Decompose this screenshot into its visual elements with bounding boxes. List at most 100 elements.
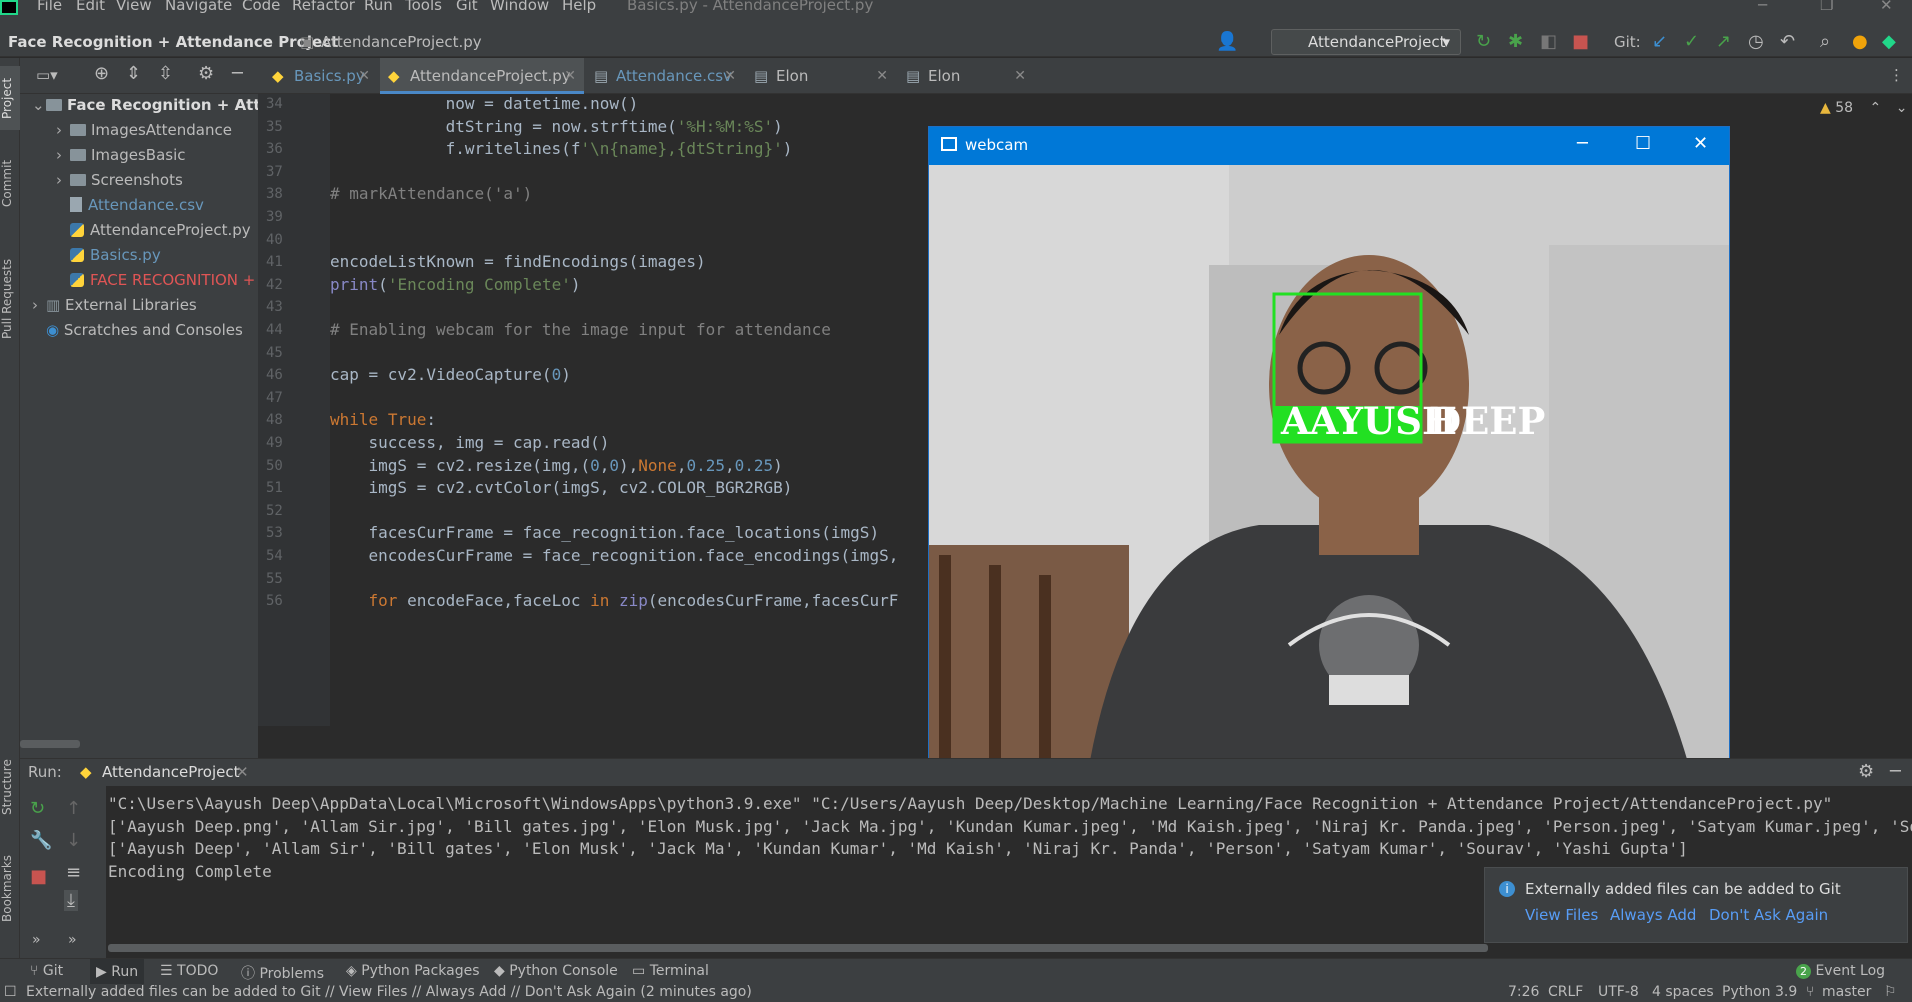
file-encoding[interactable]: UTF-8: [1598, 984, 1639, 1000]
chevron-down-icon[interactable]: ⌄: [32, 96, 46, 114]
menu-file[interactable]: File: [37, 0, 62, 13]
project-tree-item[interactable]: AttendanceProject.py: [56, 221, 251, 239]
debug-icon[interactable]: ✱: [1508, 32, 1523, 52]
rerun-icon[interactable]: ↻: [1476, 32, 1491, 52]
menu-window[interactable]: Window: [490, 0, 549, 13]
chevron-right-icon[interactable]: ›: [56, 146, 70, 164]
rerun-icon[interactable]: ↻: [30, 798, 45, 819]
tab-close-icon[interactable]: ✕: [358, 58, 370, 94]
project-tree-item[interactable]: › ImagesAttendance: [56, 121, 232, 139]
scroll-to-end-icon[interactable]: ⤓: [64, 890, 78, 911]
locate-icon[interactable]: ⊕: [94, 64, 109, 84]
stop-icon[interactable]: ■: [1572, 32, 1589, 52]
caret-position[interactable]: 7:26: [1508, 984, 1539, 1000]
lock-icon[interactable]: ⚐: [1884, 984, 1897, 1000]
code-editor[interactable]: now = datetime.now() dtString = now.strf…: [330, 94, 930, 726]
bookmarks-tool-tab[interactable]: Bookmarks: [0, 848, 20, 928]
run-hide-icon[interactable]: ─: [1890, 761, 1901, 782]
tab-close-icon[interactable]: ✕: [724, 58, 736, 94]
project-tree-item[interactable]: › ▥ External Libraries: [32, 296, 197, 314]
tab-problems[interactable]: ⓘ Problems: [241, 963, 324, 983]
more-icon[interactable]: »: [32, 932, 41, 948]
chevron-right-icon[interactable]: ›: [32, 296, 46, 314]
run-tab-close-icon[interactable]: ✕: [236, 763, 249, 781]
project-tree-item[interactable]: FACE RECOGNITION + A: [56, 271, 270, 289]
editor-tab[interactable]: ▤Elon test.jpg✕: [898, 58, 1034, 121]
stop-icon[interactable]: ■: [30, 866, 47, 887]
event-log[interactable]: 2 Event Log: [1796, 963, 1885, 979]
webcam-close-icon[interactable]: ✕: [1693, 133, 1708, 154]
menu-edit[interactable]: Edit: [76, 0, 105, 13]
run-config-dropdown[interactable]: AttendanceProject ▾: [1271, 29, 1461, 55]
webcam-titlebar[interactable]: webcam ─ ☐ ✕: [929, 127, 1729, 165]
dont-ask-again-link[interactable]: Don't Ask Again: [1709, 906, 1828, 924]
coverage-icon[interactable]: ◧: [1540, 32, 1557, 52]
tab-more-icon[interactable]: ⋮: [1889, 66, 1904, 84]
menu-tools[interactable]: Tools: [405, 0, 442, 13]
tab-todo[interactable]: ☰ TODO: [160, 963, 218, 979]
project-tree-item[interactable]: Basics.py: [56, 246, 161, 264]
project-scrollbar[interactable]: [20, 740, 80, 748]
pull-requests-tool-tab[interactable]: Pull Requests: [0, 246, 20, 352]
structure-tool-tab[interactable]: Structure: [0, 748, 20, 826]
tab-close-icon[interactable]: ✕: [564, 58, 576, 94]
project-tree-item[interactable]: › ImagesBasic: [56, 146, 186, 164]
breadcrumb-file[interactable]: AttendanceProject.py: [321, 33, 482, 51]
project-view-icon[interactable]: ▭▾: [36, 65, 58, 85]
project-tree-item[interactable]: ◉ Scratches and Consoles: [32, 321, 243, 339]
soft-wrap-icon[interactable]: ≡: [66, 862, 81, 883]
indent-setting[interactable]: 4 spaces: [1652, 984, 1714, 1000]
menu-git[interactable]: Git: [456, 0, 478, 13]
editor-tab[interactable]: ◆ Basics.py ✕: [264, 58, 378, 94]
project-tree-item[interactable]: ⌄ Face Recognition + Attenc: [32, 96, 290, 114]
chevron-down-icon[interactable]: ⌄: [1896, 100, 1908, 116]
project-tree-item[interactable]: › Screenshots: [56, 171, 183, 189]
git-branch[interactable]: master: [1822, 984, 1871, 1000]
project-tool-tab[interactable]: Project: [0, 66, 20, 130]
expand-all-icon[interactable]: ⇕: [126, 64, 141, 84]
menu-help[interactable]: Help: [562, 0, 596, 13]
warnings-indicator[interactable]: ▲ 58 ⌃ ⌄: [1820, 100, 1907, 116]
restore-icon[interactable]: ❐: [1820, 0, 1833, 13]
hide-icon[interactable]: ─: [232, 64, 243, 84]
gear-icon[interactable]: ⚙: [198, 64, 214, 84]
collapse-all-icon[interactable]: ⇳: [158, 64, 173, 84]
search-icon[interactable]: ⌕: [1820, 32, 1830, 52]
editor-scrollbar[interactable]: [1895, 94, 1912, 726]
update-icon[interactable]: ●: [1852, 32, 1868, 52]
more-icon-2[interactable]: »: [68, 932, 77, 948]
git-commit-icon[interactable]: ✓: [1684, 32, 1699, 52]
editor-tab[interactable]: ▤ Attendance.csv ✕: [586, 58, 744, 94]
status-message[interactable]: Externally added files can be added to G…: [26, 984, 752, 1000]
view-files-link[interactable]: View Files: [1525, 906, 1598, 924]
close-icon[interactable]: ✕: [1880, 0, 1893, 13]
git-push-icon[interactable]: ↗: [1716, 32, 1731, 52]
wrench-icon[interactable]: 🔧: [30, 830, 52, 851]
webcam-window[interactable]: webcam ─ ☐ ✕ AAYUSH DEEP: [928, 126, 1730, 767]
tab-run[interactable]: ▶ Run: [90, 959, 145, 985]
chevron-right-icon[interactable]: ›: [56, 121, 70, 139]
console-scrollbar[interactable]: [108, 944, 1488, 952]
tab-python-console[interactable]: ◆ Python Console: [494, 963, 618, 979]
editor-tab[interactable]: ◆ AttendanceProject.py ✕: [380, 58, 584, 94]
menu-navigate[interactable]: Navigate: [165, 0, 232, 13]
user-icon[interactable]: 👤: [1216, 32, 1238, 52]
run-settings-icon[interactable]: ⚙: [1858, 761, 1874, 782]
chevron-up-icon[interactable]: ⌃: [1870, 100, 1882, 116]
menu-refactor[interactable]: Refactor: [292, 0, 355, 13]
editor-tab[interactable]: ▤Elon Musk.jpg✕: [746, 58, 896, 121]
menu-code[interactable]: Code: [242, 0, 280, 13]
tab-python-packages[interactable]: ◈ Python Packages: [346, 963, 480, 979]
python-interpreter[interactable]: Python 3.9: [1722, 984, 1797, 1000]
breadcrumb-project[interactable]: Face Recognition + Attendance Project: [8, 33, 338, 51]
menu-run[interactable]: Run: [364, 0, 393, 13]
commit-tool-tab[interactable]: Commit: [0, 154, 20, 212]
git-update-icon[interactable]: ↙: [1652, 32, 1667, 52]
chevron-right-icon[interactable]: ›: [56, 171, 70, 189]
line-separator[interactable]: CRLF: [1548, 984, 1583, 1000]
tab-close-icon[interactable]: ✕: [1014, 58, 1026, 94]
webcam-maximize-icon[interactable]: ☐: [1635, 133, 1651, 154]
jetbrains-icon[interactable]: ◆: [1882, 32, 1896, 52]
run-tab[interactable]: AttendanceProject: [102, 763, 240, 781]
project-tree-item[interactable]: Attendance.csv: [56, 196, 204, 214]
